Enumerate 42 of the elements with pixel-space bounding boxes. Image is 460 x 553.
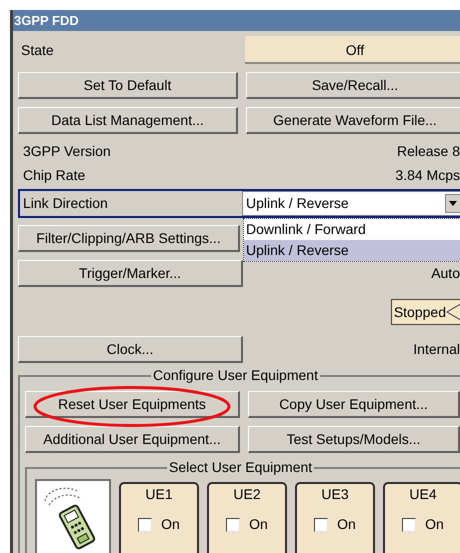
- state-value[interactable]: Off: [245, 36, 460, 64]
- card-title: UE4: [409, 485, 437, 504]
- field-value: Auto: [431, 264, 460, 283]
- action-button[interactable]: Trigger/Marker...: [18, 260, 243, 287]
- equipment-card[interactable]: UE1 On: [119, 482, 199, 553]
- card-title: UE2: [233, 485, 261, 504]
- checkbox[interactable]: [226, 518, 240, 532]
- action-button[interactable]: Reset User Equipments: [25, 391, 240, 418]
- action-button[interactable]: Test Setups/Models...: [248, 426, 460, 453]
- checkbox[interactable]: [402, 518, 416, 532]
- dropdown-option[interactable]: Uplink / Reverse: [244, 240, 460, 261]
- checkbox-label: On: [337, 515, 356, 534]
- equipment-card[interactable]: UE4 On: [383, 482, 460, 553]
- checkbox-label: On: [425, 515, 444, 534]
- group-title: Configure User Equipment: [151, 367, 320, 383]
- checkbox-label: On: [249, 515, 268, 534]
- checkbox[interactable]: [314, 518, 328, 532]
- field-label: 3GPP Version: [23, 142, 111, 160]
- dropdown-field[interactable]: Uplink / Reverse: [242, 191, 460, 216]
- field-label: Link Direction: [22, 194, 109, 213]
- status-text: Stopped: [394, 302, 446, 322]
- equipment-card[interactable]: UE3 On: [295, 482, 375, 553]
- field-label: Chip Rate: [23, 166, 86, 185]
- action-button[interactable]: Save/Recall...: [246, 72, 460, 99]
- field-value: Release 8: [396, 142, 460, 160]
- action-button[interactable]: Generate Waveform File...: [246, 107, 460, 134]
- checkbox[interactable]: [138, 518, 152, 532]
- action-button[interactable]: Additional User Equipment...: [25, 426, 240, 453]
- action-button[interactable]: Copy User Equipment...: [248, 391, 460, 418]
- equipment-card[interactable]: UE2 On: [207, 482, 287, 553]
- action-button[interactable]: Clock...: [18, 336, 243, 363]
- action-button[interactable]: Filter/Clipping/ARB Settings...: [18, 225, 240, 252]
- action-button[interactable]: Set To Default: [18, 72, 238, 99]
- group-title: Select User Equipment: [167, 459, 314, 475]
- window-title: 3GPP FDD: [13, 10, 460, 31]
- card-title: UE3: [321, 485, 349, 504]
- field-label: State: [20, 40, 55, 60]
- checkbox-label: On: [161, 515, 180, 534]
- field-value: 3.84 Mcps: [395, 166, 460, 185]
- card-title: UE1: [145, 485, 173, 504]
- action-button[interactable]: Data List Management...: [18, 107, 238, 134]
- field-value: Internal: [413, 340, 460, 359]
